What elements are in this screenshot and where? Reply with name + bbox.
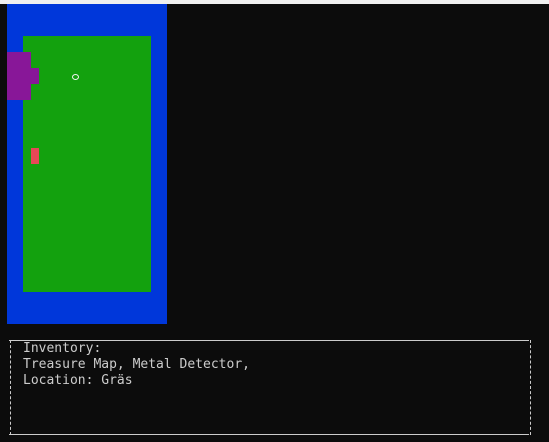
panel-border-bottom [9, 434, 529, 435]
panel-border-right [530, 340, 531, 435]
game-map [7, 4, 167, 324]
player-marker-icon [72, 74, 79, 80]
structure-block-extension [31, 68, 39, 84]
panel-text: Inventory: Treasure Map, Metal Detector, L… [23, 341, 250, 389]
panel-border-left [10, 340, 11, 435]
item-marker [31, 148, 39, 164]
structure-block [7, 52, 31, 100]
inventory-label: Inventory: [23, 341, 102, 356]
grass-tile-region [23, 36, 151, 292]
status-panel: Inventory: Treasure Map, Metal Detector, L… [7, 340, 533, 437]
inventory-items: Treasure Map, Metal Detector, [23, 357, 250, 372]
location-line: Location: Gräs [23, 373, 133, 388]
